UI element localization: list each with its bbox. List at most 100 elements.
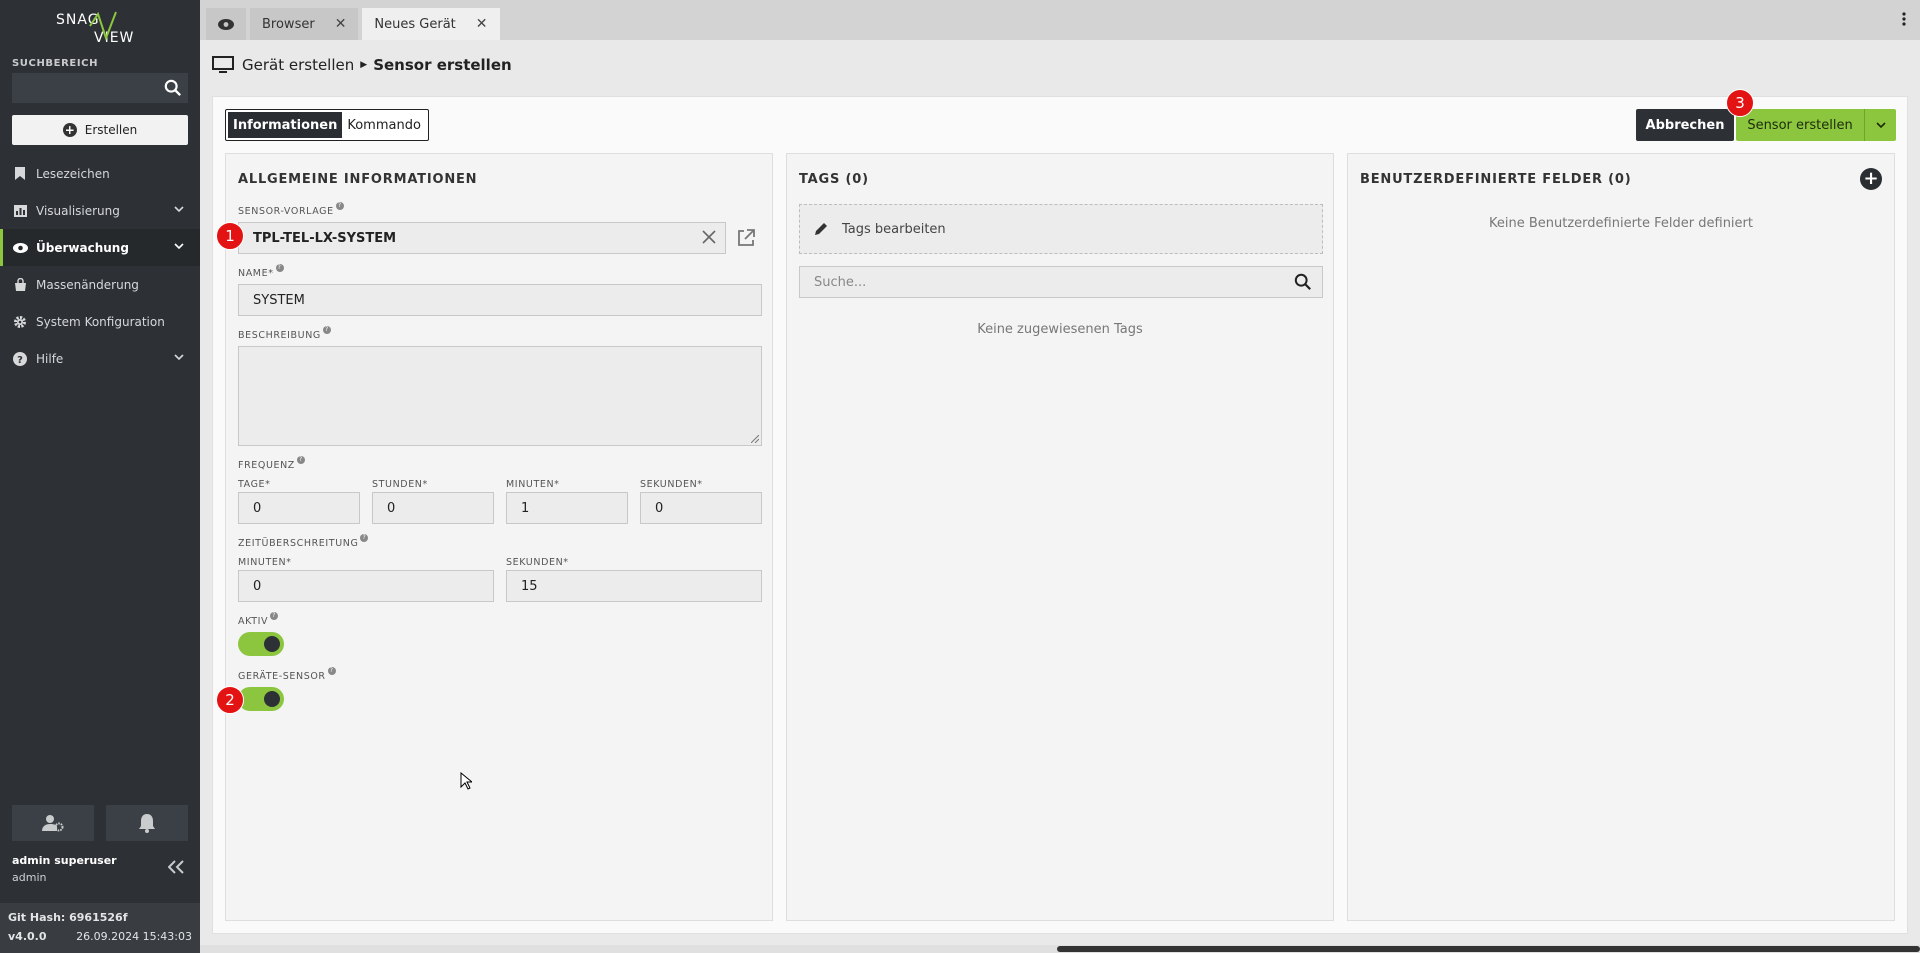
create-button[interactable]: + Erstellen	[12, 115, 188, 145]
annotation-badge-2: 2	[216, 686, 244, 714]
breadcrumb-separator-icon: ▶	[360, 60, 368, 70]
sidebar-item-system-config[interactable]: System Konfiguration	[0, 303, 200, 340]
sensor-template-field[interactable]: TPL-TEL-LX-SYSTEM	[238, 222, 726, 254]
help-icon: ?	[270, 612, 279, 620]
cancel-button[interactable]: Abbrechen	[1636, 109, 1734, 141]
version: v4.0.0	[8, 930, 47, 943]
close-icon[interactable]: ✕	[476, 16, 488, 32]
user-gear-icon	[42, 815, 64, 832]
search-icon[interactable]	[164, 79, 182, 97]
annotation-badge-1: 1	[216, 222, 244, 250]
bookmark-icon	[12, 166, 28, 182]
double-chevron-left-icon	[167, 860, 184, 874]
sidebar-item-monitoring[interactable]: Überwachung	[0, 229, 200, 266]
tab-bar: Browser ✕ Neues Gerät ✕	[200, 0, 1920, 40]
resize-handle-icon[interactable]	[751, 435, 759, 443]
timeout-seconds-field[interactable]: 15	[506, 570, 762, 602]
sidebar-search-input[interactable]	[12, 73, 188, 103]
tab-browser[interactable]: Browser ✕	[250, 8, 359, 40]
user-settings-button[interactable]	[12, 805, 94, 841]
tags-panel: TAGS (0) Tags bearbeiten Suche... Keine …	[786, 153, 1334, 921]
collapse-sidebar-button[interactable]	[167, 860, 184, 878]
template-label: SENSOR-VORLAGE?	[238, 202, 344, 217]
timeout-minutes-field[interactable]: 0	[238, 570, 494, 602]
svg-text:?: ?	[17, 355, 23, 366]
build-date: 26.09.2024 15:43:03	[76, 930, 192, 943]
description-textarea[interactable]	[238, 346, 762, 446]
open-external-icon[interactable]	[736, 228, 756, 252]
chevron-down-icon	[174, 350, 184, 364]
bag-icon	[12, 277, 28, 293]
minutes-label: MINUTEN*	[506, 479, 560, 490]
seconds-label: SEKUNDEN*	[640, 479, 703, 490]
help-icon: ?	[335, 202, 344, 210]
chevron-down-icon	[174, 239, 184, 253]
create-button-label: Erstellen	[84, 123, 138, 137]
description-label: BESCHREIBUNG?	[238, 326, 331, 341]
add-custom-field-icon[interactable]: +	[1860, 168, 1882, 190]
user-name: admin superuser	[12, 854, 117, 867]
close-icon[interactable]: ✕	[335, 16, 347, 32]
frequency-seconds-field[interactable]: 0	[640, 492, 762, 524]
edit-tags-button[interactable]: Tags bearbeiten	[799, 204, 1323, 254]
clear-icon[interactable]	[701, 229, 717, 249]
bell-icon	[139, 814, 155, 833]
help-icon: ?	[12, 351, 28, 367]
sidebar-item-bookmarks[interactable]: Lesezeichen	[0, 155, 200, 192]
search-icon[interactable]	[1294, 273, 1312, 291]
horizontal-scrollbar[interactable]	[200, 945, 1920, 953]
help-icon: ?	[275, 264, 284, 272]
sidebar-item-help[interactable]: ? Hilfe	[0, 340, 200, 377]
no-custom-fields-message: Keine Benutzerdefinierte Felder definier…	[1489, 216, 1753, 231]
more-options-icon[interactable]	[1902, 12, 1906, 30]
user-info: admin superuser admin	[12, 854, 117, 884]
create-sensor-button-group: Sensor erstellen	[1736, 109, 1896, 141]
tab-command[interactable]: Kommando	[342, 112, 426, 138]
tab-label: Browser	[262, 16, 315, 32]
tab-overview[interactable]	[206, 8, 246, 40]
sidebar-item-visualization[interactable]: Visualisierung	[0, 192, 200, 229]
active-toggle[interactable]	[238, 632, 284, 656]
annotation-badge-3: 3	[1726, 89, 1754, 117]
breadcrumb: Gerät erstellen ▶ Sensor erstellen	[212, 56, 512, 74]
frequency-days-field[interactable]: 0	[238, 492, 360, 524]
tab-information[interactable]: Informationen	[228, 112, 343, 138]
search-placeholder: Suche...	[814, 274, 867, 290]
breadcrumb-parent[interactable]: Gerät erstellen	[242, 56, 354, 74]
name-field[interactable]: SYSTEM	[238, 284, 762, 316]
svg-text:VIEW: VIEW	[94, 30, 134, 46]
frequency-minutes-field[interactable]: 1	[506, 492, 628, 524]
eye-icon	[12, 240, 28, 256]
timeout-label: ZEITÜBERSCHREITUNG?	[238, 534, 369, 549]
general-info-panel: ALLGEMEINE INFORMATIONEN SENSOR-VORLAGE?…	[216, 153, 773, 921]
sidebar-item-label: Überwachung	[36, 240, 129, 255]
sidebar-item-label: Visualisierung	[36, 203, 120, 218]
notifications-button[interactable]	[106, 805, 188, 841]
tab-new-device[interactable]: Neues Gerät ✕	[362, 8, 500, 40]
help-icon: ?	[327, 667, 336, 675]
help-icon: ?	[360, 534, 369, 542]
chart-icon	[12, 203, 28, 219]
sidebar-item-label: System Konfiguration	[36, 314, 165, 329]
tags-search-input[interactable]: Suche...	[799, 266, 1323, 298]
breadcrumb-current: Sensor erstellen	[373, 56, 512, 74]
sidebar-item-bulk-change[interactable]: Massenänderung	[0, 266, 200, 303]
tab-label: Neues Gerät	[374, 16, 456, 32]
sidebar-item-label: Massenänderung	[36, 277, 139, 292]
panel-title: TAGS (0)	[799, 172, 869, 187]
no-tags-message: Keine zugewiesenen Tags	[977, 322, 1143, 337]
custom-fields-panel: BENUTZERDEFINIERTE FELDER (0) + Keine Be…	[1347, 153, 1895, 921]
active-label: AKTIV?	[238, 612, 279, 627]
mouse-cursor-icon	[460, 771, 474, 794]
plus-icon: +	[62, 123, 77, 137]
gear-icon	[12, 314, 28, 330]
days-label: TAGE*	[238, 479, 271, 490]
frequency-hours-field[interactable]: 0	[372, 492, 494, 524]
snagview-logo[interactable]: SNAG VIEW	[0, 0, 200, 50]
create-options-dropdown[interactable]	[1864, 109, 1896, 141]
create-sensor-button[interactable]: Sensor erstellen	[1736, 109, 1864, 141]
git-hash: Git Hash: 6961526f	[8, 911, 128, 924]
timeout-seconds-label: SEKUNDEN*	[506, 557, 569, 568]
device-sensor-toggle[interactable]	[238, 687, 284, 711]
help-icon: ?	[322, 326, 331, 334]
